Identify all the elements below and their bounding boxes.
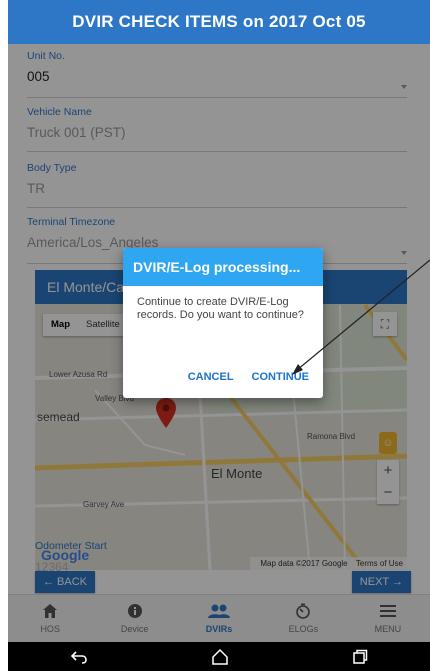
annotation-arrow — [292, 259, 430, 375]
app-frame: DVIR CHECK ITEMS on 2017 Oct 05 Unit No.… — [0, 0, 430, 671]
